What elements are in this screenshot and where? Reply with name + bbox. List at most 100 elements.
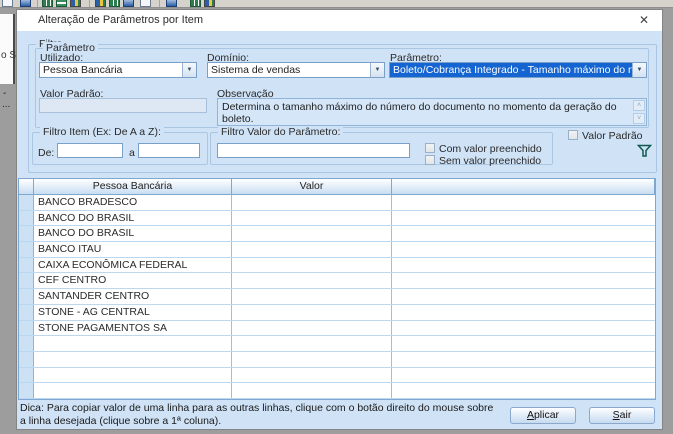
toolbar-icon[interactable]	[56, 0, 67, 7]
filtro-item-de-input[interactable]	[57, 143, 123, 158]
row-selector-cell[interactable]	[19, 273, 34, 288]
scroll-up-icon[interactable]: ˄	[633, 100, 645, 111]
pessoa-bancaria-cell[interactable]: STONE PAGAMENTOS SA	[34, 321, 232, 336]
table-row[interactable]: BANCO ITAU	[19, 242, 655, 258]
table-row[interactable]: BANCO DO BRASIL	[19, 226, 655, 242]
scroll-down-icon[interactable]: ˅	[633, 113, 645, 124]
extra-cell	[392, 289, 655, 304]
row-selector-cell[interactable]	[19, 242, 34, 257]
valor-cell[interactable]	[232, 211, 392, 226]
filtro-item-group-label: Filtro Item (Ex: De A a Z):	[40, 126, 164, 138]
aplicar-button[interactable]: Aplicar	[510, 407, 576, 424]
pessoa-bancaria-cell[interactable]: BANCO DO BRASIL	[34, 226, 232, 241]
close-icon[interactable]: ✕	[639, 13, 649, 27]
valor-cell[interactable]	[232, 321, 392, 336]
row-selector-cell[interactable]	[19, 321, 34, 336]
filtro-item-a-input[interactable]	[138, 143, 200, 158]
dominio-select[interactable]: Sistema de vendas ▼	[207, 62, 385, 78]
pessoa-bancaria-cell[interactable]	[34, 352, 232, 367]
table-header-valor[interactable]: Valor	[232, 179, 392, 194]
sem-valor-checkbox[interactable]	[425, 155, 435, 165]
table-row[interactable]: STONE PAGAMENTOS SA	[19, 321, 655, 337]
pessoa-bancaria-cell[interactable]: BANCO DO BRASIL	[34, 211, 232, 226]
toolbar-icon[interactable]	[140, 0, 151, 7]
valor-cell[interactable]	[232, 368, 392, 383]
pessoa-bancaria-cell[interactable]	[34, 336, 232, 351]
toolbar-icon[interactable]	[109, 0, 120, 7]
pessoa-bancaria-cell[interactable]	[34, 368, 232, 383]
pessoa-bancaria-cell[interactable]: STONE - AG CENTRAL	[34, 305, 232, 320]
row-selector-cell[interactable]	[19, 211, 34, 226]
dominio-value: Sistema de vendas	[208, 63, 370, 77]
pessoa-bancaria-cell[interactable]: CAIXA ECONÔMICA FEDERAL	[34, 258, 232, 273]
toolbar-icon[interactable]	[204, 0, 215, 7]
sair-button[interactable]: Sair	[589, 407, 655, 424]
valor-cell[interactable]	[232, 383, 392, 398]
valor-cell[interactable]	[232, 242, 392, 257]
extra-cell	[392, 242, 655, 257]
valor-padrao-input[interactable]	[39, 98, 207, 113]
observacao-box: Determina o tamanho máximo do número do …	[217, 98, 647, 126]
row-selector-cell[interactable]	[19, 368, 34, 383]
table-row[interactable]	[19, 383, 655, 399]
table-row[interactable]: CEF CENTRO	[19, 273, 655, 289]
table-row[interactable]	[19, 368, 655, 384]
a-label: a	[129, 147, 135, 159]
filtro-valor-input[interactable]	[217, 143, 410, 158]
table-header-pessoa[interactable]: Pessoa Bancária	[34, 179, 232, 194]
chevron-down-icon[interactable]: ▼	[182, 63, 196, 77]
valor-cell[interactable]	[232, 226, 392, 241]
valor-cell[interactable]	[232, 352, 392, 367]
observacao-scrollbar[interactable]: ˄ ˅	[633, 100, 645, 124]
toolbar-icon[interactable]	[166, 0, 177, 7]
pessoa-bancaria-cell[interactable]	[34, 383, 232, 398]
row-selector-cell[interactable]	[19, 258, 34, 273]
toolbar-icon[interactable]	[42, 0, 53, 7]
valor-cell[interactable]	[232, 305, 392, 320]
toolbar-separator	[89, 0, 90, 8]
table-row[interactable]: STONE - AG CENTRAL	[19, 305, 655, 321]
table-row[interactable]	[19, 352, 655, 368]
row-selector-cell[interactable]	[19, 305, 34, 320]
row-selector-cell[interactable]	[19, 352, 34, 367]
toolbar-icon[interactable]	[70, 0, 81, 7]
valor-cell[interactable]	[232, 273, 392, 288]
observacao-text: Determina o tamanho máximo do número do …	[222, 101, 630, 125]
row-selector-cell[interactable]	[19, 336, 34, 351]
toolbar-icon[interactable]	[2, 0, 13, 7]
toolbar-icon[interactable]	[20, 0, 31, 7]
filter-funnel-icon[interactable]	[637, 144, 652, 161]
valor-cell[interactable]	[232, 195, 392, 210]
table-row[interactable]: BANCO BRADESCO	[19, 195, 655, 211]
row-selector-cell[interactable]	[19, 383, 34, 398]
dialog-body: Filtro Parâmetro Utilizado: Pessoa Bancá…	[17, 31, 662, 429]
background-text-fragment: -	[3, 88, 6, 99]
row-selector-cell[interactable]	[19, 226, 34, 241]
pessoa-bancaria-cell[interactable]: SANTANDER CENTRO	[34, 289, 232, 304]
dialog-title: Alteração de Parâmetros por Item	[38, 14, 203, 26]
chevron-down-icon[interactable]: ▼	[632, 63, 646, 77]
table-row[interactable]	[19, 336, 655, 352]
pessoa-bancaria-cell[interactable]: BANCO BRADESCO	[34, 195, 232, 210]
pessoa-bancaria-cell[interactable]: BANCO ITAU	[34, 242, 232, 257]
toolbar-icon[interactable]	[190, 0, 201, 7]
chevron-down-icon[interactable]: ▼	[370, 63, 384, 77]
parametro-select[interactable]: Boleto/Cobrança Integrado - Tamanho máxi…	[389, 62, 647, 78]
dialog-titlebar[interactable]: Alteração de Parâmetros por Item ✕	[17, 10, 662, 31]
toolbar-icon[interactable]	[95, 0, 106, 7]
table-row[interactable]: BANCO DO BRASIL	[19, 211, 655, 227]
row-selector-cell[interactable]	[19, 195, 34, 210]
toolbar-icon[interactable]	[123, 0, 134, 7]
table-row[interactable]: CAIXA ECONÔMICA FEDERAL	[19, 258, 655, 274]
valor-cell[interactable]	[232, 258, 392, 273]
com-valor-checkbox[interactable]	[425, 143, 435, 153]
table-row[interactable]: SANTANDER CENTRO	[19, 289, 655, 305]
pessoa-bancaria-cell[interactable]: CEF CENTRO	[34, 273, 232, 288]
extra-cell	[392, 258, 655, 273]
row-selector-cell[interactable]	[19, 289, 34, 304]
background-window-fragment	[0, 14, 15, 84]
valor-cell[interactable]	[232, 336, 392, 351]
utilizado-select[interactable]: Pessoa Bancária ▼	[39, 62, 197, 78]
valor-cell[interactable]	[232, 289, 392, 304]
valor-padrao-checkbox[interactable]	[568, 130, 578, 140]
